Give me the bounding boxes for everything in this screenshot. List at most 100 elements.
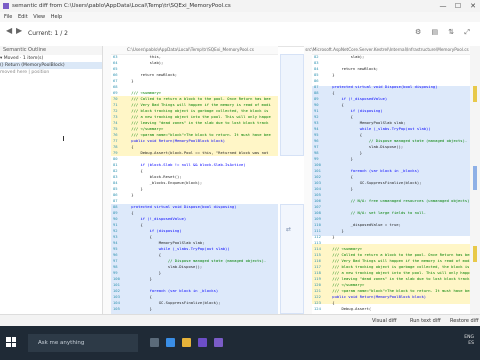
outline-item[interactable]: ▾ Moved · 1 item(s) — [0, 55, 102, 62]
task-view-icon[interactable] — [150, 338, 159, 347]
line-number: 124 — [314, 306, 324, 311]
code-text: /// Very Bad Things will happen if the m… — [122, 102, 271, 107]
connector-top — [280, 54, 304, 156]
right-code-line: 124 Debug.Assert( — [314, 306, 470, 312]
scroll-marker — [473, 166, 477, 190]
code-text: { — [122, 210, 134, 215]
back-arrow-icon[interactable]: ◀ — [6, 26, 12, 35]
toolbar-icons[interactable]: ⚙ ▤ ⇅ ⤢ — [415, 28, 474, 37]
code-text: /// <param name="block">The block to ret… — [122, 132, 271, 137]
line-number: 90 — [314, 102, 324, 107]
code-text: GC.SuppressFinalize(block); — [323, 180, 422, 185]
code-text: slab.Dispose(); — [323, 144, 404, 149]
line-number: 107 — [314, 204, 324, 209]
line-number: 91 — [113, 222, 123, 227]
line-number: 96 — [113, 252, 123, 257]
right-source-pane[interactable]: src\Microsoft.AspNetCore.Server.Kestrel\… — [304, 46, 470, 314]
code-text: /// block tracking object is garbage col… — [323, 264, 470, 269]
line-number: 94 — [314, 126, 324, 131]
line-number: 73 — [113, 114, 123, 119]
line-number: 100 — [314, 162, 324, 167]
code-text: } — [122, 276, 152, 281]
line-number: 67 — [113, 78, 123, 83]
code-text: } — [323, 234, 335, 239]
line-number: 86 — [113, 192, 123, 197]
line-number: 82 — [314, 54, 324, 59]
minimize-button[interactable]: — — [436, 0, 450, 12]
code-text: block.Reset(); — [122, 174, 182, 179]
line-number: 92 — [113, 228, 123, 233]
code-text: /// </summary> — [323, 282, 365, 287]
line-number: 71 — [113, 102, 123, 107]
file-explorer-icon[interactable] — [182, 338, 191, 347]
right-code-view[interactable]: 82 slab); 83 84 return newBlock; 85 } 86 87… — [314, 54, 470, 312]
code-text: { — [122, 294, 152, 299]
code-text: /// Called to return a block to the pool… — [323, 252, 470, 257]
code-text: if (!_disposedValue) — [122, 216, 187, 221]
code-text: if (block.Slab != null && block.Slab.IsA… — [122, 162, 246, 167]
code-text: /// a new tracking object into the pool.… — [323, 270, 470, 275]
line-number: 63 — [113, 54, 123, 59]
code-text: /// <summary> — [323, 246, 363, 251]
code-text: /// <summary> — [122, 90, 162, 95]
app-icon — [3, 3, 9, 9]
line-number: 113 — [314, 240, 324, 245]
line-number: 115 — [314, 252, 324, 257]
edge-browser-icon[interactable] — [166, 338, 175, 347]
window-title: semantic diff from C:\Users\pablo\AppDat… — [12, 3, 231, 9]
code-text: { — [122, 234, 152, 239]
taskbar-search-box[interactable]: Ask me anything — [28, 334, 138, 352]
code-text: /// <param name="block">The block to ret… — [323, 288, 470, 293]
line-number: 86 — [314, 78, 324, 83]
code-text: MemoryPoolSlab slab; — [323, 120, 406, 125]
forward-arrow-icon[interactable]: ▶ — [16, 26, 22, 35]
code-text: if (!_disposedValue) — [323, 96, 388, 101]
line-number: 69 — [113, 90, 123, 95]
line-number: 100 — [113, 276, 123, 281]
left-source-pane[interactable]: C:\Users\pablo\AppData\Local\Temp\tr\SQE… — [103, 46, 278, 314]
code-text: public void Return(MemoryPoolBlock block… — [122, 138, 226, 143]
menu-view[interactable]: View — [33, 14, 45, 20]
line-number: 87 — [314, 84, 324, 89]
line-number: 119 — [314, 276, 324, 281]
store-icon[interactable] — [198, 338, 207, 347]
outline-item-selected[interactable]: () Return (MemoryPoolBlock) — [0, 62, 102, 69]
line-number: 103 — [314, 180, 324, 185]
left-code-line: 79 Debug.Assert(block.Pool == this, "Ret… — [113, 150, 271, 156]
left-code-view[interactable]: 63 this, 64 slab); 65 66 return newBlock; 6… — [113, 54, 271, 312]
code-text: slab.Dispose(); — [122, 264, 203, 269]
menu-help[interactable]: Help — [51, 14, 62, 20]
code-text: } — [122, 192, 134, 197]
line-number: 101 — [113, 282, 123, 287]
navigation-toolbar: ◀ ▶ Current: 1 / 2 ⚙ ▤ ⇅ ⤢ — [0, 22, 480, 47]
code-text: Debug.Assert( — [323, 306, 372, 311]
line-number: 95 — [113, 246, 123, 251]
maximize-button[interactable]: ☐ — [451, 0, 465, 12]
diff-overview-scrollbar[interactable] — [470, 46, 480, 314]
code-text: foreach (var block in _blocks) — [122, 288, 219, 293]
diff-app-taskbar-icon[interactable] — [214, 338, 223, 347]
code-text: foreach (var block in _blocks) — [323, 168, 420, 173]
menu-file[interactable]: File — [4, 14, 12, 20]
menu-edit[interactable]: Edit — [18, 14, 28, 20]
line-number: 94 — [113, 240, 123, 245]
line-number: 88 — [314, 90, 324, 95]
line-number: 83 — [113, 174, 123, 179]
line-number: 104 — [314, 186, 324, 191]
code-text: return newBlock; — [323, 66, 379, 71]
left-gutter — [103, 54, 111, 314]
windows-start-icon[interactable] — [6, 337, 16, 347]
line-number: 118 — [314, 270, 324, 275]
code-text: Debug.Assert(block.Pool == this, "Return… — [122, 150, 269, 155]
code-text: // Dispose managed state (managed object… — [122, 258, 267, 263]
code-text: { — [323, 102, 344, 107]
code-text: slab); — [323, 54, 365, 59]
close-button[interactable]: ✕ — [466, 0, 480, 12]
scroll-marker — [473, 246, 477, 262]
connector-bottom — [280, 204, 304, 314]
line-number: 111 — [314, 228, 324, 233]
code-text: if (disposing) — [323, 108, 383, 113]
line-number: 70 — [113, 96, 123, 101]
diff-connector-band: ⇄ — [278, 54, 304, 314]
code-text: while (_slabs.TryPop(out slab)) — [122, 246, 230, 251]
